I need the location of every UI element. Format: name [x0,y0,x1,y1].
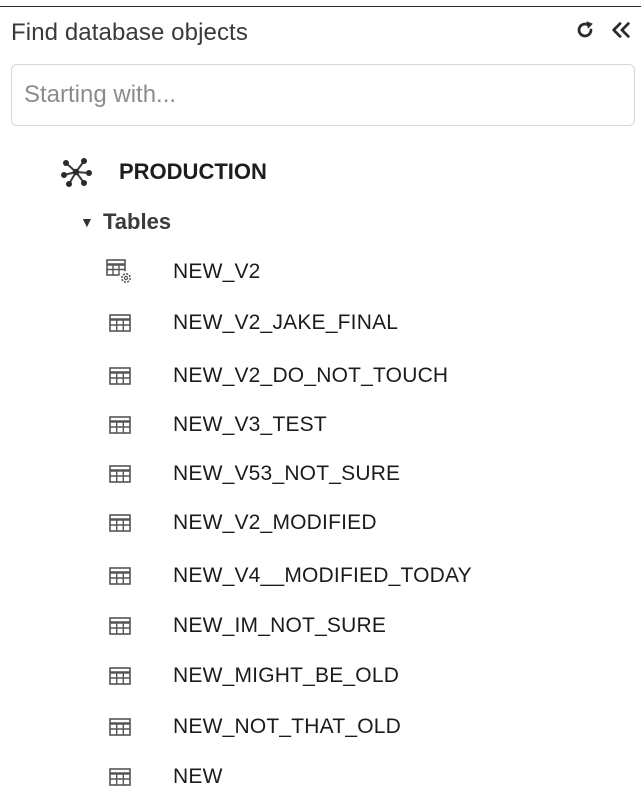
table-label: NEW_V3_TEST [173,413,327,436]
search-input[interactable] [12,65,634,125]
table-label: NEW_IM_NOT_SURE [173,614,387,637]
table-icon [100,606,140,646]
table-icon [100,303,140,343]
table-label: NEW [173,765,223,788]
table-label: NEW_V53_NOT_SURE [173,462,401,485]
table-label: NEW_V4__MODIFIED_TODAY [173,564,472,587]
database-label: PRODUCTION [119,159,267,184]
table-label: NEW_V2 [173,260,261,283]
table-settings-icon [100,252,140,292]
table-icon [100,757,140,797]
table-icon [100,454,140,494]
table-row[interactable]: NEW_MIGHT_BE_OLD [100,656,620,696]
tree-database-production[interactable]: PRODUCTION [56,152,267,192]
table-row[interactable]: NEW_V53_NOT_SURE [100,454,620,494]
table-label: NEW_NOT_THAT_OLD [173,715,402,738]
table-row[interactable]: NEW_NOT_THAT_OLD [100,707,620,747]
panel-title: Find database objects [11,19,248,46]
table-row[interactable]: NEW_V2 [100,252,620,292]
caret-down-icon: ▼ [80,214,94,230]
table-row[interactable]: NEW_V4__MODIFIED_TODAY [100,556,620,596]
collapse-panel-button[interactable] [609,16,633,44]
table-icon [100,356,140,396]
double-chevron-left-icon [612,22,630,38]
table-row[interactable]: NEW_V2_JAKE_FINAL [100,303,620,343]
search-box [11,64,635,126]
table-icon [100,656,140,696]
table-icon [100,556,140,596]
top-divider [0,6,641,7]
tree-folder-tables[interactable]: ▼ Tables [80,204,171,240]
table-row[interactable]: NEW_V2_DO_NOT_TOUCH [100,356,620,396]
table-row[interactable]: NEW_V2_MODIFIED [100,503,620,543]
table-icon [100,405,140,445]
database-schema-icon [56,152,96,192]
table-label: NEW_V2_JAKE_FINAL [173,311,399,334]
table-label: NEW_V2_DO_NOT_TOUCH [173,364,449,387]
table-row[interactable]: NEW [100,757,620,797]
table-label: NEW_V2_MODIFIED [173,511,377,534]
table-label: NEW_MIGHT_BE_OLD [173,664,400,687]
table-icon [100,503,140,543]
refresh-button[interactable] [573,16,597,44]
table-icon [100,707,140,747]
folder-label: Tables [103,209,172,234]
header-actions [573,16,633,44]
table-row[interactable]: NEW_IM_NOT_SURE [100,606,620,646]
table-row[interactable]: NEW_V3_TEST [100,405,620,445]
refresh-icon [577,21,593,38]
